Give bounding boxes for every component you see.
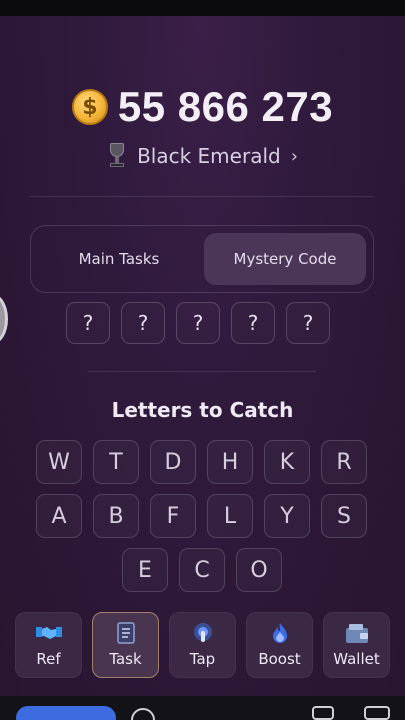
rank-link[interactable]: Black Emerald › [0, 140, 405, 172]
letters-row-2: A B F L Y S [36, 494, 367, 538]
fire-icon [267, 622, 293, 644]
letter-key[interactable]: B [93, 494, 139, 538]
mystery-code-slots: ? ? ? ? ? [66, 302, 330, 344]
checklist-icon [113, 622, 139, 644]
system-bar [0, 696, 405, 720]
nav-label: Ref [36, 650, 61, 668]
system-pill[interactable] [16, 706, 116, 720]
letter-key[interactable]: R [321, 440, 367, 484]
letter-key[interactable]: T [93, 440, 139, 484]
coin-icon: $ [71, 89, 108, 125]
code-slot: ? [66, 302, 110, 344]
letters-row-1: W T D H K R [36, 440, 367, 484]
letter-key[interactable]: F [150, 494, 196, 538]
app-screen: $ 55 866 273 Black Emerald › Main Tasks … [0, 16, 405, 696]
circle-icon[interactable] [131, 708, 155, 720]
trophy-icon [107, 143, 127, 169]
code-slot: ? [121, 302, 165, 344]
nav-label: Wallet [333, 650, 380, 668]
nav-task[interactable]: Task [92, 612, 159, 678]
letter-key[interactable]: O [236, 548, 282, 592]
letter-key[interactable]: D [150, 440, 196, 484]
nav-boost[interactable]: Boost [246, 612, 313, 678]
letter-key[interactable]: L [207, 494, 253, 538]
divider [88, 371, 316, 372]
divider [30, 196, 374, 197]
task-tabs: Main Tasks Mystery Code [30, 225, 374, 293]
tag-icon[interactable] [312, 706, 334, 720]
code-slot: ? [286, 302, 330, 344]
letter-key[interactable]: S [321, 494, 367, 538]
top-status-strip [0, 0, 405, 16]
nav-tap[interactable]: Tap [169, 612, 236, 678]
tap-icon [190, 622, 216, 644]
rank-label: Black Emerald [137, 144, 281, 168]
bottom-nav: Ref Task Tap Boost Wallet [15, 612, 391, 678]
chevron-right-icon: › [290, 145, 298, 167]
nav-wallet[interactable]: Wallet [323, 612, 390, 678]
nav-label: Task [109, 650, 142, 668]
nav-label: Tap [189, 650, 216, 668]
code-slot: ? [176, 302, 220, 344]
nav-ref[interactable]: Ref [15, 612, 82, 678]
balance-value: 55 866 273 [117, 83, 334, 130]
code-slot: ? [231, 302, 275, 344]
window-icon[interactable] [364, 706, 390, 720]
letter-key[interactable]: A [36, 494, 82, 538]
letter-key[interactable]: W [36, 440, 82, 484]
tab-main-tasks[interactable]: Main Tasks [38, 233, 200, 285]
letters-row-3: E C O [122, 548, 282, 592]
side-drag-handle[interactable] [0, 294, 8, 344]
letter-key[interactable]: E [122, 548, 168, 592]
tab-mystery-code[interactable]: Mystery Code [204, 233, 366, 285]
letter-key[interactable]: H [207, 440, 253, 484]
handshake-icon [35, 622, 62, 644]
letter-key[interactable]: C [179, 548, 225, 592]
balance-display: $ 55 866 273 [0, 76, 405, 138]
letter-key[interactable]: K [264, 440, 310, 484]
nav-label: Boost [258, 650, 301, 668]
letter-key[interactable]: Y [264, 494, 310, 538]
letters-title: Letters to Catch [111, 398, 294, 422]
wallet-icon [344, 622, 370, 644]
